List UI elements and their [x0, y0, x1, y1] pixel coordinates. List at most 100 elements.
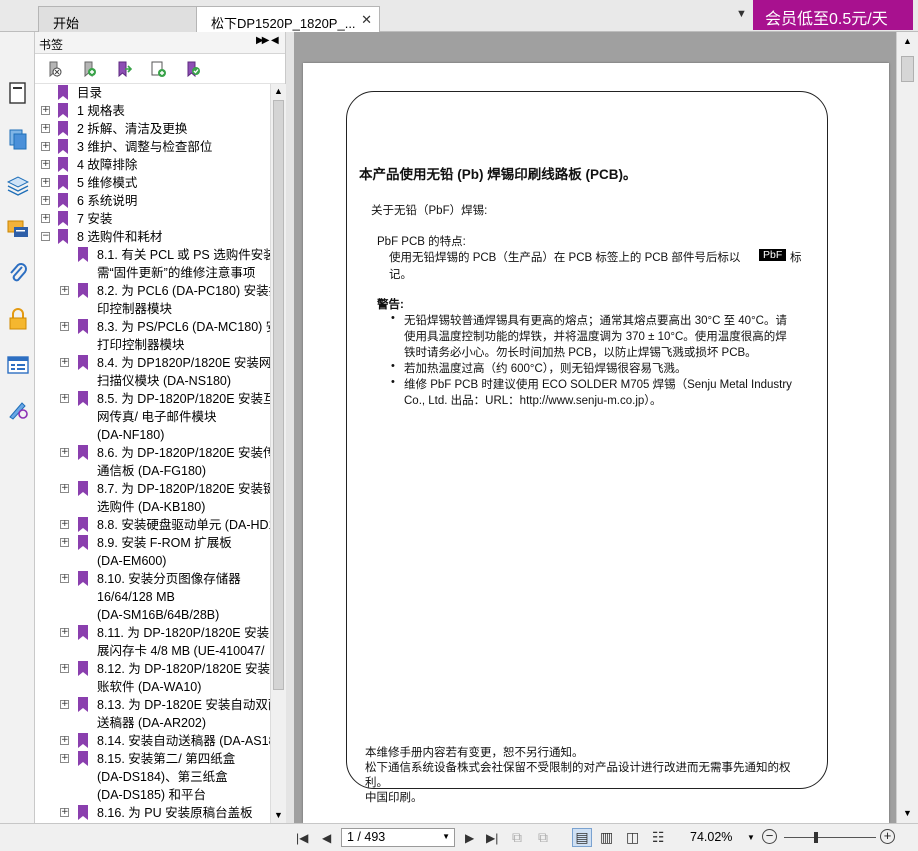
bullet-mark: •	[391, 312, 395, 324]
bookmark-label: (DA-DS185) 和平台	[97, 788, 207, 802]
attachments-icon[interactable]	[7, 262, 29, 284]
zoom-level[interactable]: 74.02%	[690, 830, 732, 844]
scroll-up-icon[interactable]: ▲	[903, 36, 912, 46]
bookmark-icon	[78, 661, 88, 676]
warning-line: 维修 PbF PCB 时建议使用 ECO SOLDER M705 焊锡（Senj…	[404, 379, 792, 391]
scrollbar-thumb[interactable]	[273, 100, 284, 690]
expand-icon[interactable]: +	[60, 394, 69, 403]
expand-icon[interactable]: +	[60, 700, 69, 709]
expand-icon[interactable]: +	[60, 286, 69, 295]
previous-page-icon[interactable]: ◀	[322, 831, 331, 845]
expand-icon[interactable]: +	[60, 574, 69, 583]
expand-icon[interactable]: +	[60, 808, 69, 817]
new-bookmark-from-page-icon[interactable]	[149, 60, 167, 78]
panel-options-icon[interactable]: ▶▶	[256, 35, 269, 46]
layers-icon[interactable]	[7, 174, 29, 196]
last-page-icon[interactable]: ▶|	[486, 831, 498, 845]
footer-notice-line: 本维修手册内容若有变更，恕不另行通知。	[365, 747, 584, 759]
page-heading: 本产品使用无铅 (Pb) 焊锡印刷线路板 (PCB)。	[359, 167, 637, 182]
zoom-in-button[interactable]: +	[880, 829, 895, 844]
continuous-view-icon[interactable]: ▥	[600, 829, 613, 846]
expand-icon[interactable]: +	[41, 160, 50, 169]
page-border-frame	[346, 91, 828, 789]
tab-list-dropdown-icon[interactable]: ▼	[736, 8, 747, 20]
scroll-down-icon[interactable]: ▼	[903, 808, 912, 818]
security-lock-icon[interactable]	[7, 308, 29, 330]
expand-icon[interactable]: +	[60, 538, 69, 547]
expand-icon[interactable]: +	[41, 214, 50, 223]
close-icon[interactable]: ✕	[361, 12, 372, 28]
expand-icon[interactable]: +	[60, 664, 69, 673]
chevron-down-icon[interactable]: ▼	[442, 832, 450, 841]
pbf-pcb-text: 使用无铅焊锡的 PCB（生产品）在 PCB 标签上的 PCB 部件号后标以	[389, 252, 741, 264]
bookmarks-panel-title: 书签	[39, 38, 64, 52]
comments-icon[interactable]	[7, 218, 29, 240]
add-bookmark-icon[interactable]	[80, 60, 98, 78]
tab-bar: 开始 松下DP1520P_1820P_... ✕ ▼ 会员低至0.5元/天	[0, 0, 918, 33]
zoom-slider[interactable]	[784, 837, 876, 838]
next-view-icon[interactable]: ⧉	[538, 829, 548, 846]
bookmark-icon	[78, 751, 88, 766]
chevron-down-icon[interactable]: ▼	[747, 833, 755, 842]
bookmark-label: 8.7. 为 DP-1820P/1820E 安装键	[97, 482, 270, 496]
bookmark-icon	[58, 175, 68, 190]
bookmark-icon	[78, 283, 88, 298]
bookmark-icon	[58, 85, 68, 100]
page-number-field[interactable]: 1 / 493 ▼	[341, 828, 455, 847]
first-page-icon[interactable]: |◀	[296, 831, 308, 845]
scroll-up-icon[interactable]: ▲	[274, 86, 283, 96]
facing-view-icon[interactable]: ◫	[626, 829, 639, 846]
single-page-view-icon[interactable]: ▤	[572, 828, 592, 847]
next-page-icon[interactable]: ▶	[465, 831, 474, 845]
scroll-down-icon[interactable]: ▼	[274, 810, 283, 820]
pages-icon[interactable]	[7, 128, 29, 150]
collapse-panel-icon[interactable]: ◀	[271, 35, 279, 46]
expand-icon[interactable]: +	[60, 754, 69, 763]
move-bookmark-icon[interactable]	[115, 60, 133, 78]
expand-icon[interactable]: +	[41, 196, 50, 205]
page-thumbnails-icon[interactable]	[7, 82, 29, 104]
expand-icon[interactable]: +	[41, 178, 50, 187]
scrollbar-thumb[interactable]	[901, 56, 914, 82]
footer-notice-line: 利。	[365, 777, 388, 789]
expand-icon[interactable]: +	[60, 628, 69, 637]
expand-icon[interactable]: +	[60, 358, 69, 367]
bookmark-label: 8.12. 为 DP-1820P/1820E 安装	[97, 662, 270, 676]
tab-document[interactable]: 松下DP1520P_1820P_... ✕	[196, 6, 380, 33]
previous-view-icon[interactable]: ⧉	[512, 829, 522, 846]
warning-line: Co., Ltd. 出品：URL：http://www.senju-m.co.j…	[404, 395, 662, 407]
expand-icon[interactable]: +	[41, 106, 50, 115]
bookmark-label: 3 维护、调整与检查部位	[77, 140, 213, 154]
tab-start[interactable]: 开始	[38, 6, 198, 32]
bookmark-label: 16/64/128 MB	[97, 590, 175, 604]
panel-splitter[interactable]	[286, 32, 294, 823]
pbf-mark-badge: PbF	[759, 249, 787, 261]
signatures-icon[interactable]	[7, 398, 29, 420]
expand-icon[interactable]: +	[60, 736, 69, 745]
bookmark-icon	[78, 319, 88, 334]
content-structure-icon[interactable]	[7, 354, 29, 376]
delete-bookmark-icon[interactable]	[45, 60, 63, 78]
zoom-out-button[interactable]: −	[762, 829, 777, 844]
bookmark-label: 8.9. 安装 F-ROM 扩展板	[97, 536, 232, 550]
bookmarks-scrollbar[interactable]: ▲ ▼	[270, 84, 286, 823]
document-page: 本产品使用无铅 (Pb) 焊锡印刷线路板 (PCB)。 关于无铅（PbF）焊锡:…	[303, 63, 889, 823]
expand-icon[interactable]: +	[41, 142, 50, 151]
continuous-facing-view-icon[interactable]: ☷	[652, 829, 665, 846]
bookmarks-tree: 目录 +1 规格表 +2 拆解、清洁及更换 +3 维护、调整与检查部位 +4 故障排除 +…	[35, 84, 270, 823]
expand-icon[interactable]: +	[41, 124, 50, 133]
bookmark-label: 8.14. 安装自动送稿器 (DA-AS18	[97, 734, 270, 748]
bookmark-properties-icon[interactable]	[184, 60, 202, 78]
zoom-slider-thumb[interactable]	[814, 832, 818, 843]
collapse-icon[interactable]: −	[41, 232, 50, 241]
expand-icon[interactable]: +	[60, 484, 69, 493]
bookmark-label: 选购件 (DA-KB180)	[97, 500, 206, 514]
expand-icon[interactable]: +	[60, 520, 69, 529]
navigation-pane-strip	[0, 32, 35, 851]
membership-promo-banner[interactable]: 会员低至0.5元/天	[753, 0, 913, 30]
viewer-scrollbar[interactable]: ▲ ▼	[896, 32, 918, 823]
bookmark-icon	[58, 211, 68, 226]
bookmark-label: 8.6. 为 DP-1820P/1820E 安装传	[97, 446, 270, 460]
expand-icon[interactable]: +	[60, 322, 69, 331]
expand-icon[interactable]: +	[60, 448, 69, 457]
